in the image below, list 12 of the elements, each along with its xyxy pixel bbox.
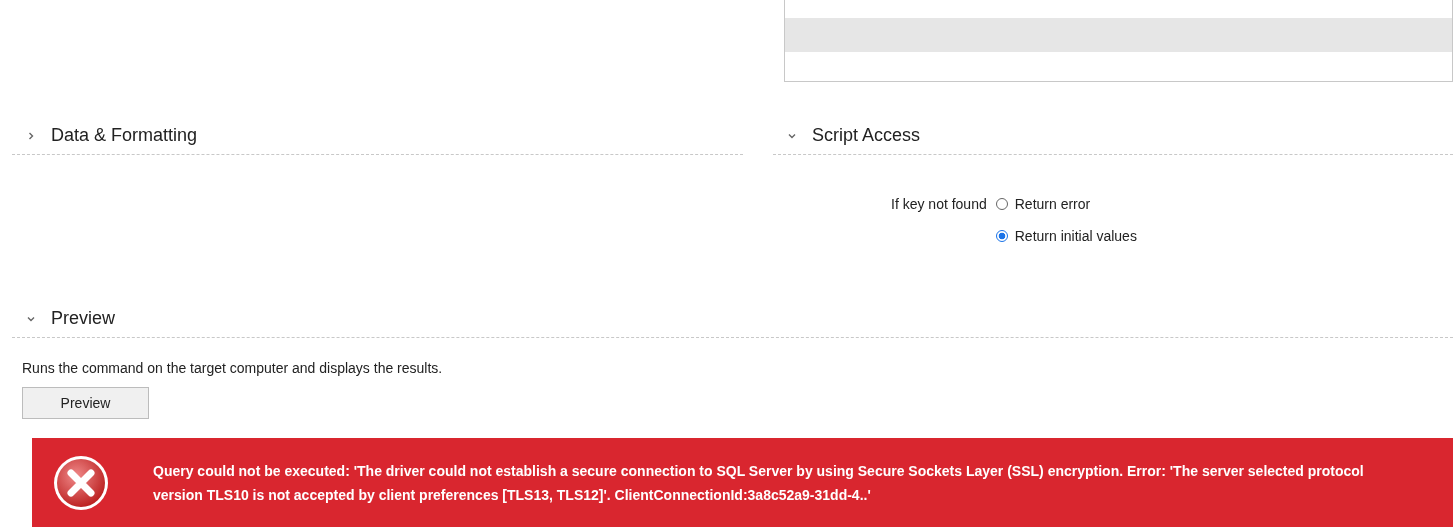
error-icon xyxy=(52,453,110,512)
error-message: Query could not be executed: 'The driver could not establish a secure connection to SQL Server by using Secure Sockets Layer (SSL) encryption. Error: 'The server selected protocol version TLS10 is not accepted by client preferences [TLS13, TLS12]'. ClientConnectionId:3a8c52a9-31dd-4..' xyxy=(153,461,1365,505)
radio-label[interactable]: Return error xyxy=(1014,195,1091,213)
description-text: Runs the command on the target computer and displays the results. xyxy=(22,360,444,376)
radio-button[interactable] xyxy=(995,230,1008,242)
section-title[interactable]: Data & Formatting xyxy=(51,125,198,146)
section-title[interactable]: Preview xyxy=(51,308,116,329)
field-label: If key not found xyxy=(891,195,987,214)
chevron-right-icon[interactable] xyxy=(26,130,36,141)
preview-button[interactable]: Preview xyxy=(22,387,149,419)
radio-label[interactable]: Return initial values xyxy=(1014,227,1137,245)
section-title[interactable]: Script Access xyxy=(812,125,921,146)
